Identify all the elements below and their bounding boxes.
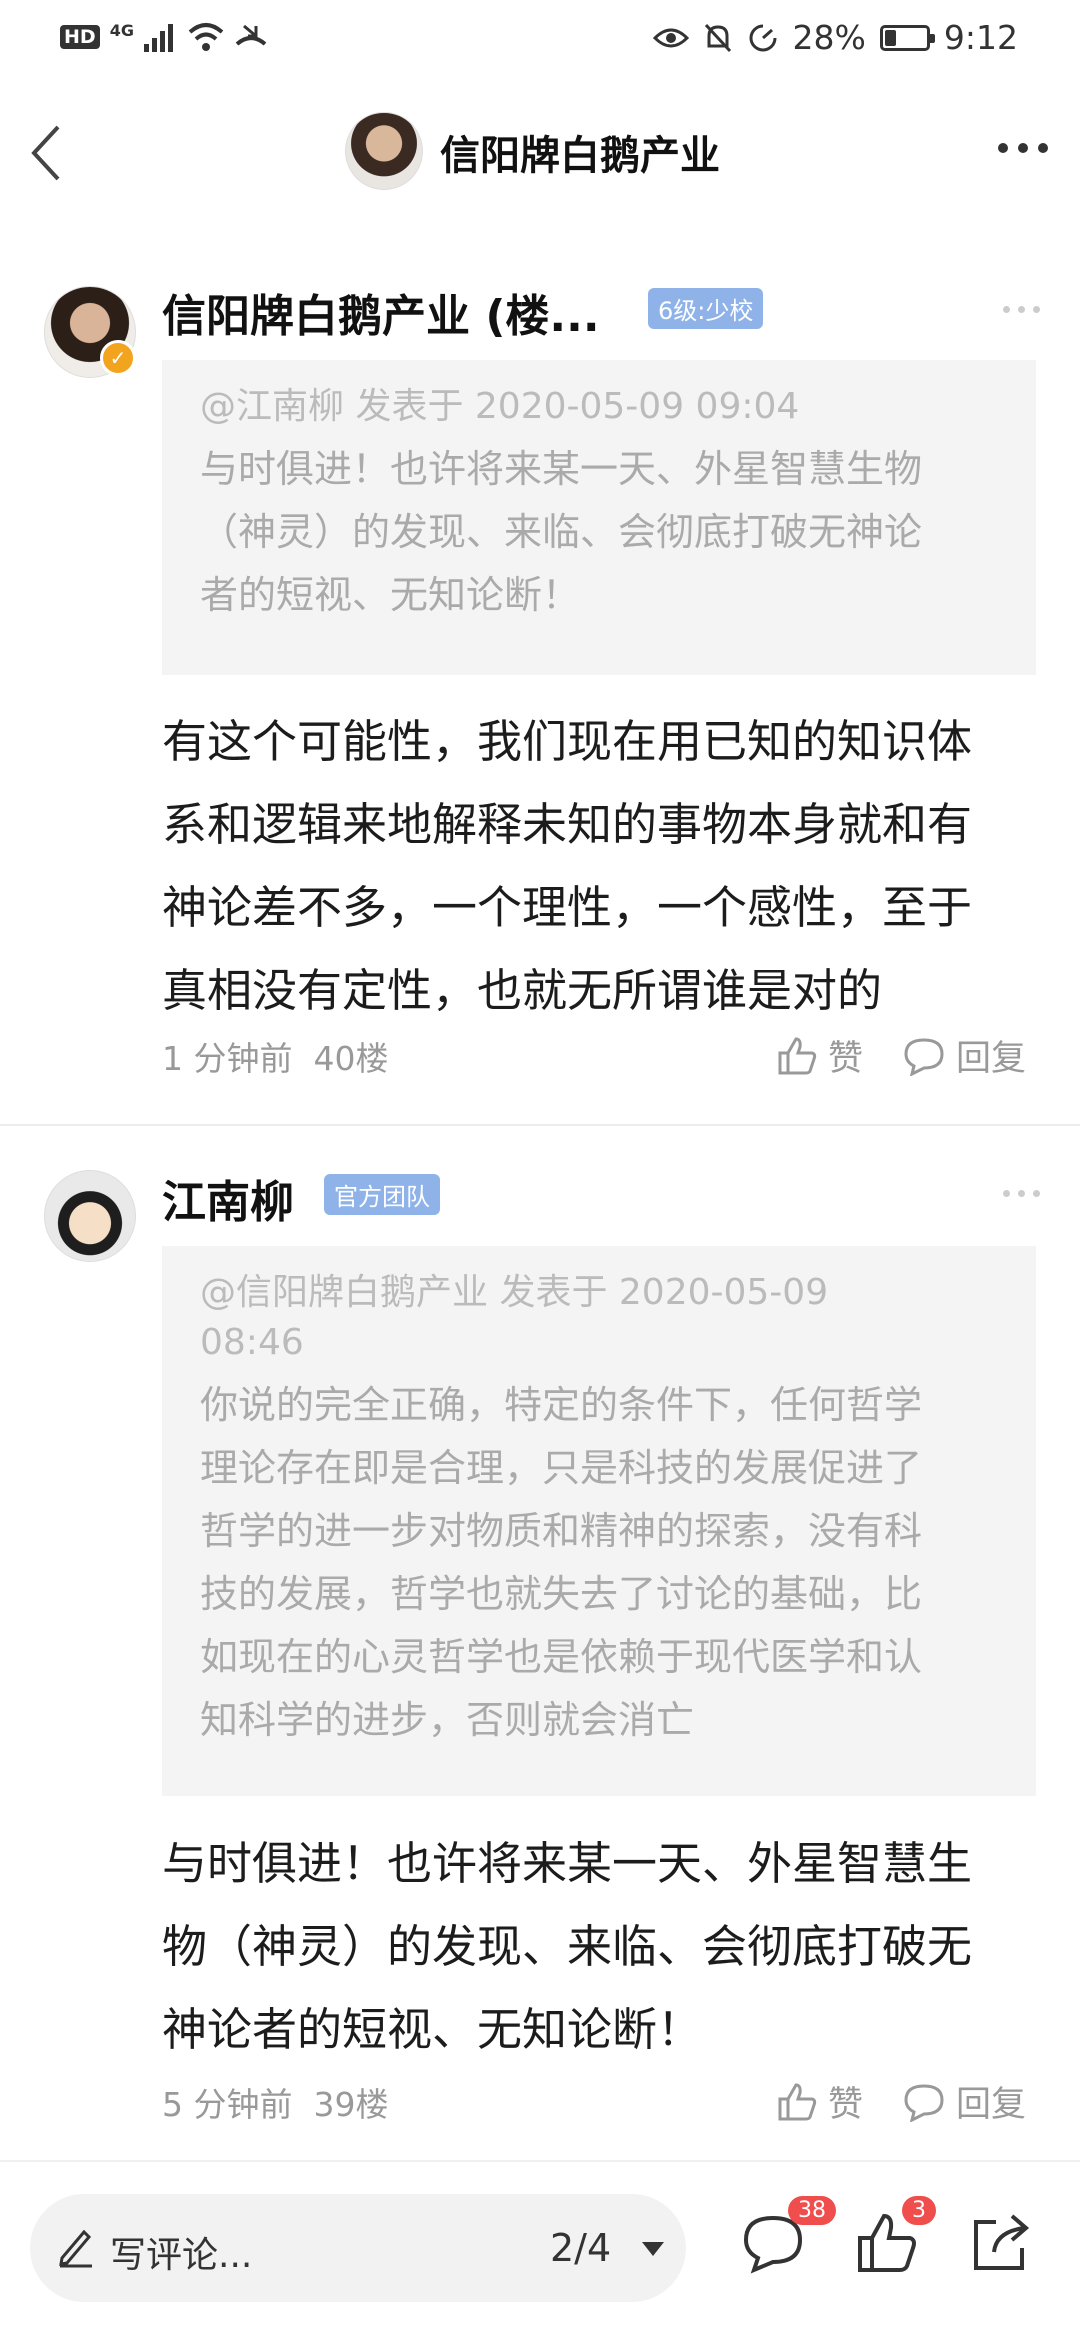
like-label: 赞 xyxy=(828,2085,864,2125)
quote-meta-line: @信阳牌白鹅产业 发表于 2020-05-09 xyxy=(200,1272,829,1313)
quote-line: 技的发展，哲学也就失去了讨论的基础，比 xyxy=(200,1572,923,1616)
comment-body: 与时俱进！也许将来某一天、外星智慧生 物（神灵）的发现、来临、会彻底打破无 神论… xyxy=(162,1822,1042,2071)
reply-label: 回复 xyxy=(956,1039,1027,1079)
reply-label: 回复 xyxy=(956,2085,1027,2125)
floor-number: 40楼 xyxy=(313,1039,389,1078)
rank-badge: 6级:少校 xyxy=(648,288,764,329)
body-line: 真相没有定性，也就无所谓谁是对的 xyxy=(162,964,883,1017)
page-title: 信阳牌白鹅产业 xyxy=(440,133,720,179)
reply-button[interactable]: 回复 xyxy=(902,2076,1026,2127)
author-avatar[interactable] xyxy=(345,112,423,190)
body-line: 有这个可能性，我们现在用已知的知识体 xyxy=(162,715,973,768)
floor-number: 39楼 xyxy=(313,2085,389,2124)
data-saver-icon xyxy=(749,24,777,51)
clock: 9:12 xyxy=(943,18,1018,57)
quote-line: 与时俱进！也许将来某一天、外星智慧生物 xyxy=(200,447,923,491)
body-line: 神论者的短视、无知论断！ xyxy=(162,2003,703,2056)
official-badge: 官方团队 xyxy=(324,1174,440,1215)
battery-icon xyxy=(879,24,935,51)
status-left: HD 4G xyxy=(60,20,268,52)
speech-bubble-icon xyxy=(904,2083,944,2122)
divider xyxy=(0,1124,1080,1126)
mute-bell-icon xyxy=(704,23,731,52)
quote-meta: @信阳牌白鹅产业 发表于 2020-05-09 08:46 xyxy=(200,1268,998,1368)
quote-line: 如现在的心灵哲学也是依赖于现代医学和认 xyxy=(200,1635,923,1679)
comment-body: 有这个可能性，我们现在用已知的知识体 系和逻辑来地解释未知的事物本身就和有 神论… xyxy=(162,700,1042,1032)
battery-fill xyxy=(884,29,897,46)
comment-more-icon[interactable] xyxy=(1003,306,1040,313)
avatar[interactable] xyxy=(44,1170,136,1262)
quote-line: （神灵）的发现、来临、会彻底打破无神论 xyxy=(200,510,923,554)
body-line: 神论差不多，一个理性，一个感性，至于 xyxy=(162,881,973,934)
comment-time: 1 分钟前 xyxy=(162,1039,293,1078)
body-line: 物（神灵）的发现、来临、会彻底打破无 xyxy=(162,1920,973,1973)
comment-time: 5 分钟前 xyxy=(162,2085,293,2124)
share-icon[interactable] xyxy=(966,2208,1036,2278)
speech-bubble-icon xyxy=(904,1037,944,1076)
dropdown-triangle-icon[interactable] xyxy=(640,2240,666,2258)
like-count-badge: 3 xyxy=(902,2196,936,2225)
more-options-icon[interactable] xyxy=(998,143,1048,153)
input-placeholder: 写评论... xyxy=(110,2235,253,2276)
pencil-icon xyxy=(59,2229,92,2268)
quoted-comment[interactable]: @江南柳 发表于 2020-05-09 09:04 与时俱进！也许将来某一天、外… xyxy=(162,360,1036,675)
comment-more-icon[interactable] xyxy=(1003,1190,1040,1197)
like-button[interactable]: 赞 xyxy=(776,1030,863,1081)
back-arrow-icon[interactable] xyxy=(28,123,68,183)
quote-meta: @江南柳 发表于 2020-05-09 09:04 xyxy=(200,386,800,427)
reply-button[interactable]: 回复 xyxy=(902,1030,1026,1081)
quote-meta-line: 08:46 xyxy=(200,1322,304,1363)
username[interactable]: 信阳牌白鹅产业 (楼... xyxy=(162,280,600,344)
wifi-icon xyxy=(188,23,224,51)
battery-percent: 28% xyxy=(792,18,866,57)
like-label: 赞 xyxy=(828,1039,864,1079)
network-type: 4G xyxy=(109,20,134,40)
comment-count-badge: 38 xyxy=(788,2196,836,2225)
status-right: 28% 9:12 xyxy=(652,18,1018,57)
bottom-bar: 写评论... 2/4 38 3 xyxy=(0,2160,1080,2340)
quote-text: 与时俱进！也许将来某一天、外星智慧生物 （神灵）的发现、来临、会彻底打破无神论 … xyxy=(200,438,998,627)
signal-icon xyxy=(143,24,173,52)
verified-icon: ✓ xyxy=(100,340,136,376)
quote-line: 理论存在即是合理，只是科技的发展促进了 xyxy=(200,1446,923,1490)
top-nav: 信阳牌白鹅产业 xyxy=(0,95,1080,215)
like-button[interactable]: 赞 xyxy=(776,2076,863,2127)
status-bar: HD 4G 28% 9:12 xyxy=(0,0,1080,80)
body-line: 与时俱进！也许将来某一天、外星智慧生 xyxy=(162,1837,973,1890)
quote-line: 哲学的进一步对物质和精神的探索，没有科 xyxy=(200,1509,923,1553)
quote-text: 你说的完全正确，特定的条件下，任何哲学 理论存在即是合理，只是科技的发展促进了 … xyxy=(200,1374,998,1752)
username[interactable]: 江南柳 xyxy=(162,1166,294,1230)
comment-input[interactable]: 写评论... 2/4 xyxy=(30,2194,686,2302)
hd-indicator: HD xyxy=(60,25,100,49)
quote-line: 知科学的进步，否则就会消亡 xyxy=(200,1698,695,1742)
comment-meta: 1 分钟前 40楼 xyxy=(162,1032,388,1080)
comment-meta: 5 分钟前 39楼 xyxy=(162,2078,388,2126)
quote-line: 者的短视、无知论断！ xyxy=(200,573,581,617)
thumbs-up-icon xyxy=(778,1036,817,1074)
quote-line: 你说的完全正确，特定的条件下，任何哲学 xyxy=(200,1383,923,1427)
eye-icon xyxy=(652,28,689,47)
page-indicator[interactable]: 2/4 xyxy=(550,2226,611,2270)
thumbs-up-icon xyxy=(778,2082,817,2120)
body-line: 系和逻辑来地解释未知的事物本身就和有 xyxy=(162,798,973,851)
missed-call-icon xyxy=(235,24,267,46)
quoted-comment[interactable]: @信阳牌白鹅产业 发表于 2020-05-09 08:46 你说的完全正确，特定… xyxy=(162,1246,1036,1796)
